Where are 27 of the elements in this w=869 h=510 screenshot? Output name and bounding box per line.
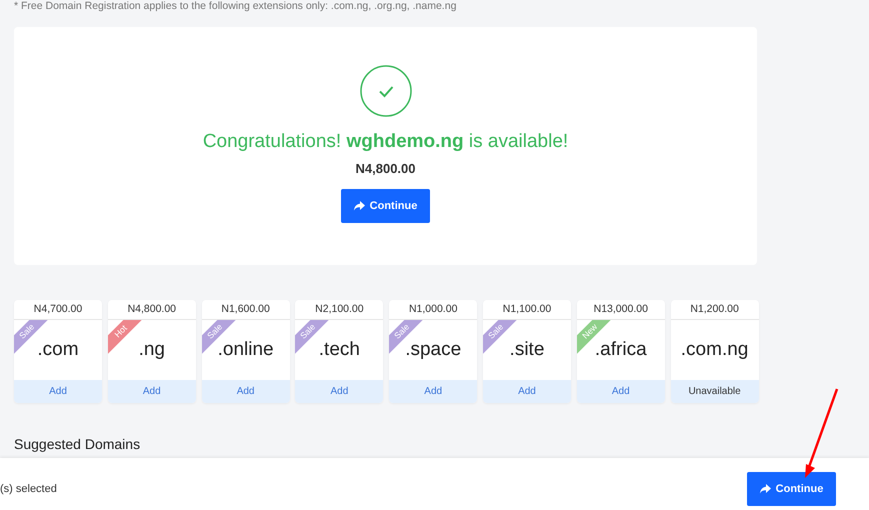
add-button[interactable]: Add	[576, 380, 665, 403]
add-button[interactable]: Add	[202, 380, 290, 403]
tld-name: .site	[510, 339, 544, 361]
tld-name: .ng	[138, 339, 165, 361]
share-arrow-icon	[354, 201, 365, 211]
tld-name: .com.ng	[680, 339, 748, 361]
add-button[interactable]: Add	[482, 380, 571, 403]
availability-message: Congratulations! wghdemo.ng is available!	[202, 131, 568, 153]
tld-name: .tech	[318, 339, 360, 361]
extensions-note: * Free Domain Registration applies to the following extensions only: .com.ng, .org.ng, .name.ng	[14, 0, 456, 12]
continue-button[interactable]: Continue	[341, 189, 430, 223]
selected-count: (s) selected	[0, 483, 57, 495]
add-button[interactable]: Add	[14, 380, 102, 403]
domain-price: N4,800.00	[356, 161, 416, 176]
tld-name: .africa	[594, 339, 647, 361]
continue-button[interactable]: Continue	[747, 472, 836, 506]
add-button[interactable]: Add	[295, 380, 384, 403]
tld-name: .space	[405, 339, 462, 361]
checkmark-circle-icon	[360, 65, 412, 117]
tld-name: .online	[218, 339, 274, 361]
unavailable-status: Unavailable	[670, 380, 759, 403]
tld-price: N1,200.00	[670, 300, 759, 320]
share-arrow-icon	[760, 484, 771, 494]
add-button[interactable]: Add	[108, 380, 196, 403]
tld-name: .com	[37, 339, 79, 361]
add-button[interactable]: Add	[389, 380, 478, 403]
section-heading: Suggested Domains	[14, 436, 140, 452]
